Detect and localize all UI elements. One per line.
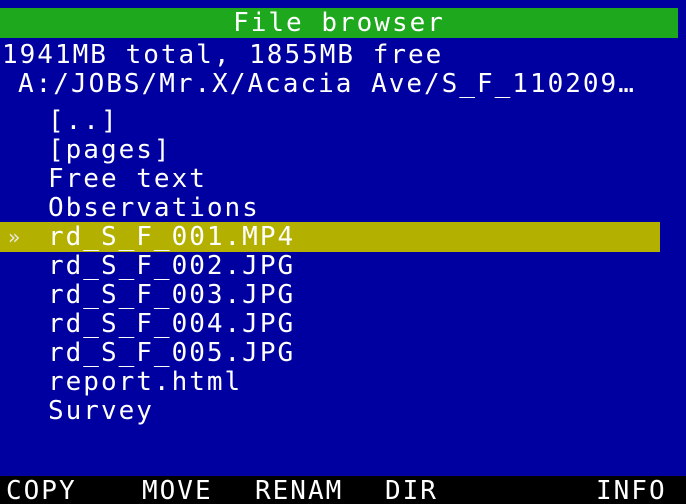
list-item[interactable]: rd_S_F_002.JPG bbox=[0, 251, 686, 281]
file-name: rd_S_F_005.JPG bbox=[48, 338, 296, 368]
file-name: Observations bbox=[48, 193, 260, 223]
file-list: [..] [pages] Free text Observations » rd… bbox=[0, 106, 686, 426]
file-browser-screen: File browser 1941MB total, 1855MB free A… bbox=[0, 0, 686, 504]
list-item-free-text[interactable]: Free text bbox=[0, 164, 686, 194]
file-name: Free text bbox=[48, 164, 207, 194]
storage-info: 1941MB total, 1855MB free bbox=[2, 40, 444, 70]
list-item-report[interactable]: report.html bbox=[0, 367, 686, 397]
list-item-parent-dir[interactable]: [..] bbox=[0, 106, 686, 136]
list-item[interactable]: rd_S_F_003.JPG bbox=[0, 280, 686, 310]
list-item-survey[interactable]: Survey bbox=[0, 396, 686, 426]
info-button[interactable]: INFO bbox=[596, 476, 667, 504]
file-name: [..] bbox=[48, 106, 119, 136]
list-item-selected[interactable]: » rd_S_F_001.MP4 bbox=[0, 222, 660, 252]
move-button[interactable]: MOVE bbox=[142, 476, 213, 504]
file-name: [pages] bbox=[48, 135, 172, 165]
list-item[interactable]: rd_S_F_005.JPG bbox=[0, 338, 686, 368]
current-path: A:/JOBS/Mr.X/Acacia Ave/S_F_110209… bbox=[18, 69, 636, 99]
title-bar: File browser bbox=[0, 8, 678, 38]
softkey-bar: COPY MOVE RENAM DIR INFO bbox=[0, 476, 686, 504]
list-item[interactable]: rd_S_F_004.JPG bbox=[0, 309, 686, 339]
list-item-observations[interactable]: Observations bbox=[0, 193, 686, 223]
file-name: Survey bbox=[48, 396, 154, 426]
file-name: rd_S_F_002.JPG bbox=[48, 251, 296, 281]
list-item-pages-dir[interactable]: [pages] bbox=[0, 135, 686, 165]
rename-button[interactable]: RENAM bbox=[255, 476, 343, 504]
file-name: report.html bbox=[48, 367, 243, 397]
file-name: rd_S_F_003.JPG bbox=[48, 280, 296, 310]
file-name: rd_S_F_001.MP4 bbox=[48, 222, 296, 252]
directory-button[interactable]: DIR bbox=[385, 476, 438, 504]
file-name: rd_S_F_004.JPG bbox=[48, 309, 296, 339]
page-title: File browser bbox=[233, 8, 445, 38]
copy-button[interactable]: COPY bbox=[6, 476, 77, 504]
selection-cursor-icon: » bbox=[8, 225, 23, 249]
